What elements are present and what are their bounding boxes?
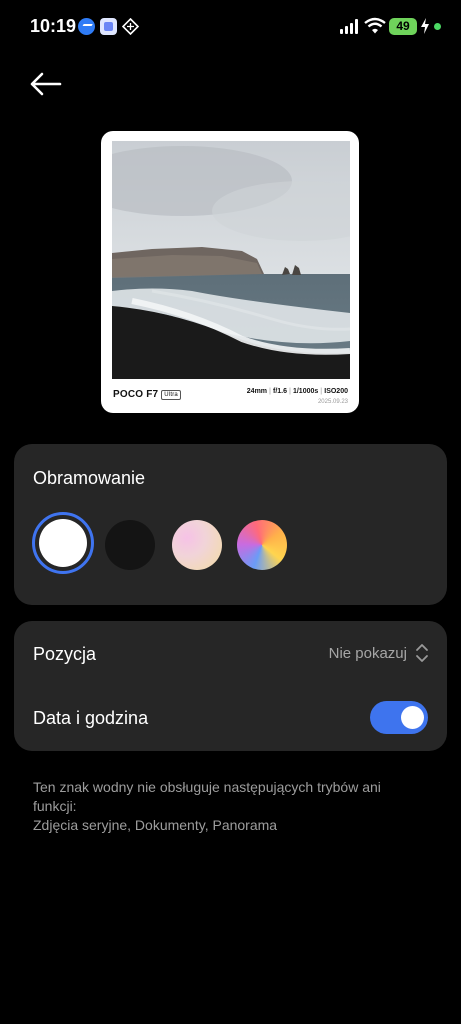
messenger-icon <box>78 18 95 35</box>
unsupported-modes-note: Ten znak wodny nie obsługuje następujący… <box>33 778 433 835</box>
updown-chevron-icon[interactable] <box>415 642 429 664</box>
preview-photo <box>112 141 350 379</box>
position-value[interactable]: Nie pokazuj <box>329 645 407 662</box>
frame-card: Obramowanie <box>14 444 447 605</box>
note-line-1: Ten znak wodny nie obsługuje następujący… <box>33 779 381 795</box>
privacy-dot-icon <box>434 23 441 30</box>
charging-bolt-icon <box>420 17 430 40</box>
app-notification-icon <box>100 18 117 35</box>
note-line-2: funkcji: <box>33 798 77 814</box>
frame-swatch-white[interactable] <box>39 519 87 567</box>
arrow-left-icon <box>30 72 62 96</box>
signal-icon <box>340 19 360 34</box>
frame-title: Obramowanie <box>33 468 146 488</box>
datetime-label: Data i godzina <box>33 708 149 728</box>
watermark-specs: 24mm | f/1.6 | 1/1000s | ISO200 <box>246 388 348 395</box>
status-bar: 10:19 49 <box>0 0 461 54</box>
status-time: 10:19 <box>30 16 77 36</box>
position-label: Pozycja <box>33 644 97 664</box>
watermark-preview: POCO F7 Ultra 24mm | f/1.6 | 1/1000s | ISO200 2… <box>101 131 359 413</box>
settings-card: Pozycja Nie pokazuj Data i godzina <box>14 621 447 751</box>
watermark-settings-screen: 10:19 49 POCO F7 Ultra 24mm | f/1.6 | 1/… <box>0 0 461 1024</box>
frame-swatch-vivid[interactable] <box>237 520 287 570</box>
note-line-3: Zdjęcia seryjne, Dokumenty, Panorama <box>33 817 278 833</box>
back-button[interactable] <box>28 68 64 100</box>
battery-icon: 49 <box>389 18 417 35</box>
model-badge: Ultra <box>161 390 181 400</box>
frame-swatch-pastel[interactable] <box>172 520 222 570</box>
wifi-icon <box>364 17 386 39</box>
frame-swatch-black[interactable] <box>105 520 155 570</box>
toggle-knob <box>401 706 424 729</box>
watermark-model: POCO F7 Ultra <box>113 389 181 400</box>
watermark-date: 2025.09.23 <box>317 399 348 405</box>
diamond-icon <box>121 17 140 36</box>
datetime-toggle[interactable] <box>370 701 428 734</box>
